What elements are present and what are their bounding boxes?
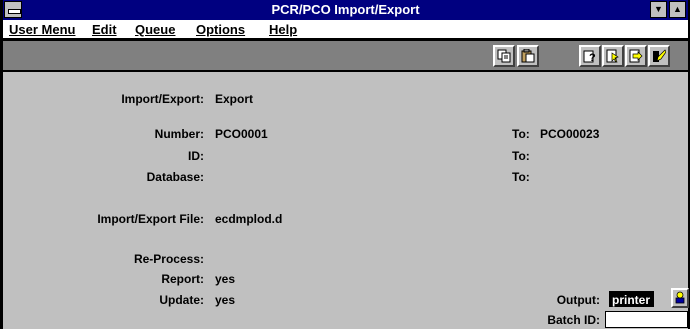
title-bar: PCR/PCO Import/Export ▼ ▲ [3, 0, 688, 20]
import-export-label: Import/Export: [121, 92, 204, 106]
minimize-button[interactable]: ▼ [650, 1, 667, 18]
output-lookup-button[interactable] [671, 288, 689, 308]
database-label: Database: [146, 170, 204, 184]
query-button[interactable]: ? [579, 45, 601, 67]
paste-icon [521, 49, 535, 63]
to-number-value[interactable]: PCO00023 [540, 127, 599, 141]
menu-label: Help [269, 22, 298, 37]
edit-query-button[interactable] [602, 45, 624, 67]
window-title: PCR/PCO Import/Export [271, 2, 420, 17]
file-label: Import/Export File: [97, 212, 204, 226]
lookup-icon [675, 291, 685, 304]
window: PCR/PCO Import/Export ▼ ▲ User Menu Edit… [0, 0, 690, 329]
export-button[interactable] [625, 45, 647, 67]
menu-label: User Menu [9, 22, 76, 37]
copy-button[interactable] [493, 45, 515, 67]
reprocess-label: Re-Process: [133, 252, 204, 266]
batch-id-label: Batch ID: [547, 313, 600, 327]
batch-id-field[interactable] [605, 311, 688, 328]
form-panel [3, 72, 688, 329]
import-export-value[interactable]: Export [215, 92, 253, 106]
toolbar: ? [3, 39, 688, 72]
file-value[interactable]: ecdmplod.d [215, 212, 282, 226]
maximize-button[interactable]: ▲ [669, 1, 686, 18]
menu-queue[interactable]: Queue [135, 22, 175, 37]
menu-bar: User Menu Edit Queue Options Help [3, 20, 688, 39]
to-number-label: To: [512, 127, 530, 141]
exit-icon [653, 49, 666, 62]
edit-query-icon [606, 49, 619, 63]
update-label: Update: [159, 293, 204, 307]
minimize-icon: ▼ [654, 4, 663, 14]
paste-button[interactable] [517, 45, 539, 67]
to-id-label: To: [512, 149, 530, 163]
update-value[interactable]: yes [215, 293, 235, 307]
query-icon: ? [583, 50, 596, 63]
copy-icon [497, 49, 511, 63]
svg-text:?: ? [589, 52, 596, 63]
report-value[interactable]: yes [215, 272, 235, 286]
maximize-icon: ▲ [673, 4, 682, 14]
output-label: Output: [556, 293, 600, 307]
menu-label: Edit [92, 22, 117, 37]
menu-options[interactable]: Options [196, 22, 245, 37]
menu-user-menu[interactable]: User Menu [9, 22, 75, 37]
number-label: Number: [154, 127, 204, 141]
export-icon [629, 49, 643, 63]
exit-button[interactable] [648, 45, 670, 67]
report-label: Report: [161, 272, 204, 286]
number-value[interactable]: PCO0001 [215, 127, 268, 141]
menu-label: Queue [135, 22, 176, 37]
to-database-label: To: [512, 170, 530, 184]
id-label: ID: [188, 149, 204, 163]
menu-label: Options [196, 22, 246, 37]
menu-edit[interactable]: Edit [92, 22, 117, 37]
output-field[interactable]: printer [609, 291, 654, 307]
menu-help[interactable]: Help [269, 22, 297, 37]
